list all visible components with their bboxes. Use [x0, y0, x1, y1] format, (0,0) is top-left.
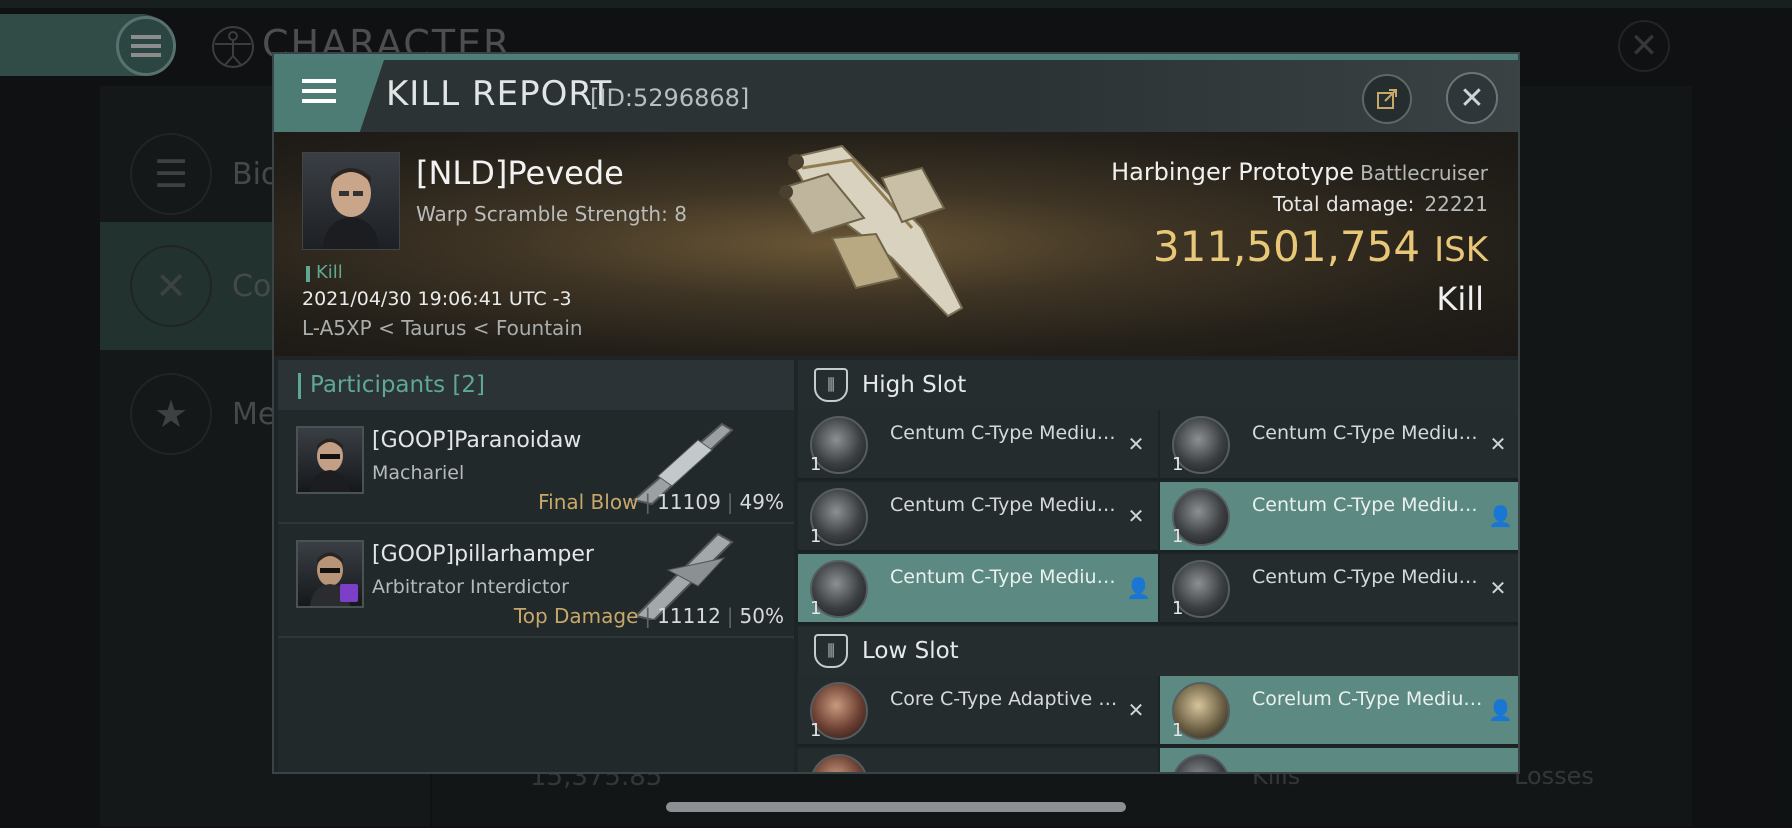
module-item[interactable]: 1 Centum C-Type Medium... ✕ — [1160, 410, 1518, 480]
participant-ship: Arbitrator Interdictor — [372, 576, 569, 598]
kill-tag: Kill — [316, 262, 343, 283]
kill-timestamp: 2021/04/30 19:06:41 UTC -3 — [302, 288, 572, 310]
warp-scramble-strength: Warp Scramble Strength: 8 — [416, 202, 687, 226]
module-quantity: 1 — [810, 454, 822, 475]
header-marker — [298, 373, 301, 399]
participants-count: [2] — [452, 372, 486, 398]
module-name: Centum C-Type Medium... — [890, 494, 1130, 516]
module-item[interactable]: 1 Core C-Type Adaptive Armo... ✕ — [798, 676, 1158, 746]
top-damage-tag: Top Damage — [513, 604, 639, 628]
dialog-title: KILL REPORT — [386, 74, 613, 114]
dropped-person-icon: 👤 — [1126, 576, 1151, 600]
kill-report-dialog: KILL REPORT [ID:5296868] ✕ [NLD]Pevede W… — [272, 52, 1520, 774]
share-button[interactable] — [1362, 74, 1412, 124]
participant-name[interactable]: [GOOP]pillarhamper — [372, 542, 594, 567]
participant-stats: Final Blow | 11109 | 49% — [538, 490, 784, 514]
total-damage: Total damage: 22221 — [1272, 192, 1488, 216]
dropped-person-icon: 👤 — [1488, 698, 1513, 722]
participant-stats: Top Damage | 11112 | 50% — [513, 604, 784, 628]
module-quantity: 1 — [810, 598, 822, 619]
final-blow-tag: Final Blow — [538, 490, 639, 514]
module-item[interactable]: 1 Centum C-Type Medium... 👤 — [1160, 482, 1518, 552]
kill-id: [ID:5296868] — [590, 84, 750, 112]
corp-badge-icon — [340, 584, 358, 602]
victim-ship-image[interactable] — [772, 138, 982, 338]
victim-name[interactable]: [NLD]Pevede — [416, 154, 624, 192]
fitting-panel: ⫼ High Slot 1 Centum C-Type Medium... ✕ … — [798, 360, 1518, 772]
destroyed-icon: ✕ — [1489, 576, 1507, 600]
destroyed-icon: ✕ — [1127, 504, 1145, 528]
module-item[interactable]: 1 Centum C-Type Medium... ✕ — [798, 482, 1158, 552]
participant-percent: 50% — [739, 604, 784, 628]
participant-row[interactable]: [GOOP]Paranoidaw Machariel Final Blow | 11… — [278, 410, 794, 524]
result-label: Kill — [1436, 280, 1484, 318]
close-icon: ✕ — [1459, 80, 1485, 116]
high-slot-icon: ⫼ — [814, 368, 848, 402]
isk-value: 311,501,754 ISK — [1152, 222, 1488, 271]
module-name: Centum C-Type Medium... — [1252, 566, 1492, 588]
module-name: Centum C-Type Medium... — [1252, 422, 1492, 444]
module-item[interactable]: 1 Centum C-Type Medium... 👤 — [798, 554, 1158, 624]
destroyed-icon: ✕ — [1489, 432, 1507, 456]
module-quantity: 1 — [810, 526, 822, 547]
low-slot-icon: ⫼ — [814, 634, 848, 668]
participant-damage: 11109 — [657, 490, 721, 514]
participants-panel: Participants [2] [GOOP]Paranoidaw Machar… — [278, 360, 794, 772]
module-icon — [1172, 754, 1230, 772]
participant-ship: Machariel — [372, 462, 465, 484]
participant-name[interactable]: [GOOP]Paranoidaw — [372, 428, 581, 453]
participant-damage: 11112 — [657, 604, 721, 628]
destroyed-icon: ✕ — [1127, 432, 1145, 456]
victim-avatar[interactable] — [302, 152, 400, 250]
total-damage-value: 22221 — [1424, 192, 1488, 216]
module-quantity: 1 — [810, 720, 822, 741]
module-name: Corelum C-Type Medium... — [1252, 688, 1492, 710]
module-icon — [810, 754, 868, 772]
module-item-partial[interactable] — [1160, 748, 1518, 772]
home-indicator[interactable] — [666, 802, 1126, 812]
module-item[interactable]: 1 Centum C-Type Medium... ✕ — [798, 410, 1158, 480]
low-slot-header: ⫼ Low Slot — [798, 626, 1518, 676]
module-name: Centum C-Type Medium... — [890, 422, 1130, 444]
module-name: Centum C-Type Medium... — [890, 566, 1130, 588]
low-slot-title: Low Slot — [862, 638, 959, 664]
module-quantity: 1 — [1172, 598, 1184, 619]
ship-name[interactable]: Harbinger Prototype Battlecruiser — [1111, 158, 1488, 186]
destroyed-icon: ✕ — [1127, 698, 1145, 722]
ship-class: Battlecruiser — [1360, 161, 1488, 185]
hamburger-icon — [296, 68, 342, 114]
isk-unit: ISK — [1434, 230, 1488, 270]
participant-row[interactable]: [GOOP]pillarhamper Arbitrator Interdicto… — [278, 524, 794, 638]
kill-tag-marker — [306, 266, 310, 282]
participant-avatar[interactable] — [296, 426, 364, 494]
module-name: Core C-Type Adaptive Armo... — [890, 688, 1130, 710]
module-item[interactable]: 1 Centum C-Type Medium... ✕ — [1160, 554, 1518, 624]
module-item[interactable]: 1 Corelum C-Type Medium... 👤 — [1160, 676, 1518, 746]
participant-percent: 49% — [739, 490, 784, 514]
module-quantity: 1 — [1172, 454, 1184, 475]
module-quantity: 1 — [1172, 720, 1184, 741]
external-link-icon — [1377, 89, 1397, 109]
dropped-person-icon: 👤 — [1488, 504, 1513, 528]
module-item-partial[interactable] — [798, 748, 1158, 772]
close-button[interactable]: ✕ — [1446, 72, 1498, 124]
kill-location[interactable]: L-A5XP < Taurus < Fountain — [302, 316, 583, 340]
participants-title: Participants [2] — [310, 372, 486, 398]
module-quantity: 1 — [1172, 526, 1184, 547]
high-slot-header: ⫼ High Slot — [798, 360, 1518, 410]
module-name: Centum C-Type Medium... — [1252, 494, 1492, 516]
high-slot-title: High Slot — [862, 372, 967, 398]
